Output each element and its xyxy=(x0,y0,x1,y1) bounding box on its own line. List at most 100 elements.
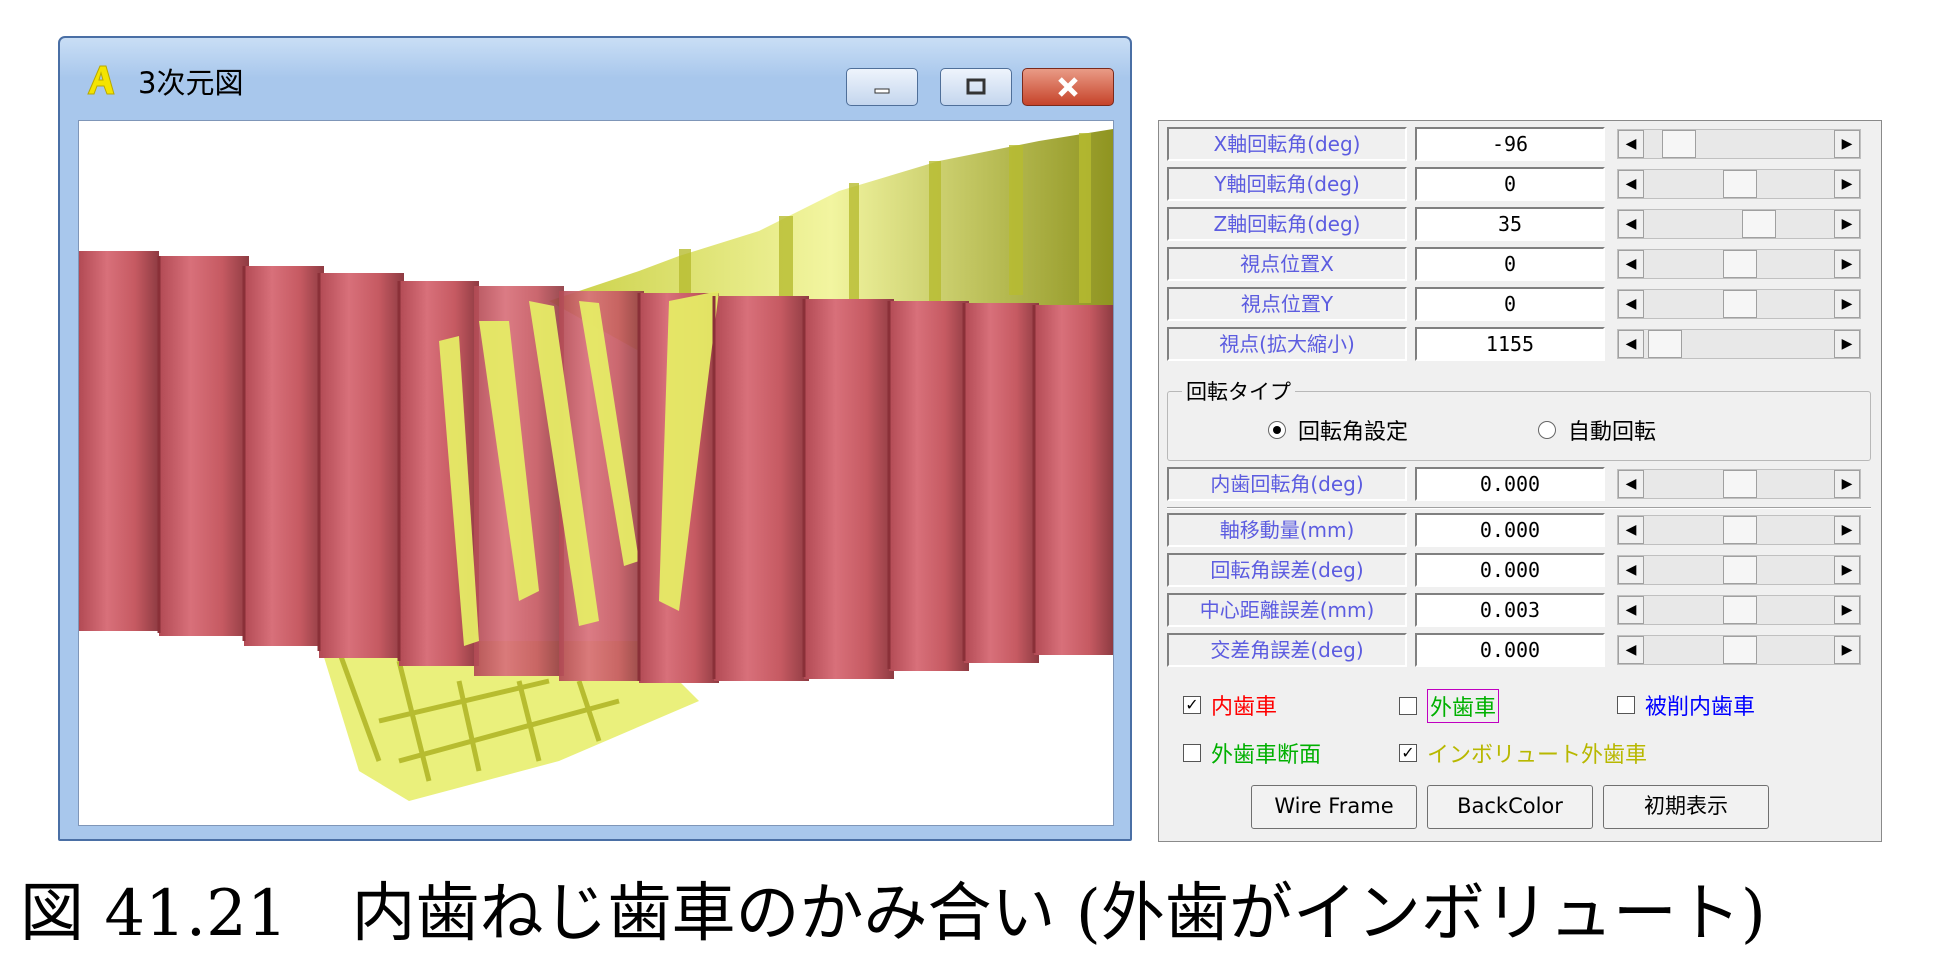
scroll-right-arrow-icon[interactable]: ▶ xyxy=(1834,170,1860,198)
rotation-error-label: 回転角誤差(deg) xyxy=(1167,553,1407,587)
view-x-label: 視点位置X xyxy=(1167,247,1407,281)
app-logo-icon xyxy=(87,65,115,95)
z-rotation-input[interactable]: 35 xyxy=(1415,207,1605,241)
radio-selected-icon xyxy=(1268,421,1286,439)
checkbox-cut-internal-gear-label: 被削内歯車 xyxy=(1645,695,1756,720)
checkbox-internal-gear-label: 内歯車 xyxy=(1211,695,1278,720)
checkbox-internal-gear[interactable]: ✓ 内歯車 xyxy=(1183,689,1277,721)
checkbox-unchecked-icon xyxy=(1617,696,1635,714)
view-y-scrollbar[interactable]: ◀ ▶ xyxy=(1617,289,1861,319)
internal-rotation-scrollbar[interactable]: ◀ ▶ xyxy=(1617,469,1861,499)
initial-display-button[interactable]: 初期表示 xyxy=(1603,785,1769,829)
radio-angle-setting[interactable]: 回転角設定 xyxy=(1268,414,1408,446)
checkbox-external-gear-label: 外歯車 xyxy=(1427,689,1500,723)
checkbox-checked-icon: ✓ xyxy=(1183,696,1201,714)
scroll-left-arrow-icon[interactable]: ◀ xyxy=(1618,470,1644,498)
control-panel: X軸回転角(deg) -96 ◀ ▶ Y軸回転角(deg) 0 ◀ ▶ Z軸回転… xyxy=(1158,120,1882,842)
maximize-button[interactable] xyxy=(940,68,1012,106)
3d-view-window: 3次元図 xyxy=(58,36,1132,841)
scroll-thumb[interactable] xyxy=(1662,130,1696,158)
scroll-thumb[interactable] xyxy=(1723,250,1757,278)
radio-unselected-icon xyxy=(1538,421,1556,439)
scroll-thumb[interactable] xyxy=(1723,290,1757,318)
scroll-right-arrow-icon[interactable]: ▶ xyxy=(1834,130,1860,158)
scroll-left-arrow-icon[interactable]: ◀ xyxy=(1618,596,1644,624)
scroll-thumb[interactable] xyxy=(1648,330,1682,358)
scroll-thumb[interactable] xyxy=(1742,210,1776,238)
view-x-scrollbar[interactable]: ◀ ▶ xyxy=(1617,249,1861,279)
crossing-angle-error-label: 交差角誤差(deg) xyxy=(1167,633,1407,667)
rotation-type-title: 回転タイプ xyxy=(1182,376,1295,406)
view-x-input[interactable]: 0 xyxy=(1415,247,1605,281)
z-rotation-scrollbar[interactable]: ◀ ▶ xyxy=(1617,209,1861,239)
maximize-icon xyxy=(966,78,986,95)
y-rotation-scrollbar[interactable]: ◀ ▶ xyxy=(1617,169,1861,199)
title-bar[interactable]: 3次元図 xyxy=(60,38,1130,114)
scroll-right-arrow-icon[interactable]: ▶ xyxy=(1834,636,1860,664)
axial-shift-input[interactable]: 0.000 xyxy=(1415,513,1605,547)
scroll-right-arrow-icon[interactable]: ▶ xyxy=(1834,470,1860,498)
minimize-button[interactable] xyxy=(846,68,918,106)
close-icon xyxy=(1058,77,1078,97)
z-rotation-label: Z軸回転角(deg) xyxy=(1167,207,1407,241)
scroll-thumb[interactable] xyxy=(1723,556,1757,584)
scroll-left-arrow-icon[interactable]: ◀ xyxy=(1618,250,1644,278)
rotation-error-scrollbar[interactable]: ◀ ▶ xyxy=(1617,555,1861,585)
rotation-type-group: 回転タイプ 回転角設定 自動回転 xyxy=(1167,376,1871,461)
radio-auto-rotation[interactable]: 自動回転 xyxy=(1538,414,1656,446)
view-y-label: 視点位置Y xyxy=(1167,287,1407,321)
zoom-label: 視点(拡大縮小) xyxy=(1167,327,1407,361)
x-rotation-scrollbar[interactable]: ◀ ▶ xyxy=(1617,129,1861,159)
zoom-input[interactable]: 1155 xyxy=(1415,327,1605,361)
scroll-right-arrow-icon[interactable]: ▶ xyxy=(1834,290,1860,318)
rotation-error-input[interactable]: 0.000 xyxy=(1415,553,1605,587)
checkbox-external-gear[interactable]: 外歯車 xyxy=(1399,689,1500,723)
scroll-right-arrow-icon[interactable]: ▶ xyxy=(1834,330,1860,358)
divider xyxy=(1167,507,1871,509)
close-button[interactable] xyxy=(1022,68,1114,106)
wire-frame-button[interactable]: Wire Frame xyxy=(1251,785,1417,829)
checkbox-cut-internal-gear[interactable]: 被削内歯車 xyxy=(1617,689,1755,721)
checkbox-external-gear-section[interactable]: 外歯車断面 xyxy=(1183,737,1321,769)
y-rotation-input[interactable]: 0 xyxy=(1415,167,1605,201)
view-y-input[interactable]: 0 xyxy=(1415,287,1605,321)
center-distance-error-scrollbar[interactable]: ◀ ▶ xyxy=(1617,595,1861,625)
gear-mesh-render xyxy=(79,129,1113,801)
3d-viewport[interactable] xyxy=(78,120,1114,826)
scroll-thumb[interactable] xyxy=(1723,636,1757,664)
scroll-left-arrow-icon[interactable]: ◀ xyxy=(1618,130,1644,158)
scroll-left-arrow-icon[interactable]: ◀ xyxy=(1618,290,1644,318)
center-distance-error-input[interactable]: 0.003 xyxy=(1415,593,1605,627)
checkbox-unchecked-icon xyxy=(1183,744,1201,762)
window-title: 3次元図 xyxy=(138,66,244,100)
scroll-right-arrow-icon[interactable]: ▶ xyxy=(1834,516,1860,544)
crossing-angle-error-input[interactable]: 0.000 xyxy=(1415,633,1605,667)
minimize-icon xyxy=(874,88,890,94)
checkbox-involute-external-gear[interactable]: ✓ インボリュート外歯車 xyxy=(1399,737,1647,769)
scroll-left-arrow-icon[interactable]: ◀ xyxy=(1618,210,1644,238)
scroll-left-arrow-icon[interactable]: ◀ xyxy=(1618,170,1644,198)
x-rotation-input[interactable]: -96 xyxy=(1415,127,1605,161)
scroll-right-arrow-icon[interactable]: ▶ xyxy=(1834,596,1860,624)
crossing-angle-error-scrollbar[interactable]: ◀ ▶ xyxy=(1617,635,1861,665)
scroll-thumb[interactable] xyxy=(1723,516,1757,544)
scroll-thumb[interactable] xyxy=(1723,470,1757,498)
scroll-right-arrow-icon[interactable]: ▶ xyxy=(1834,556,1860,584)
scroll-left-arrow-icon[interactable]: ◀ xyxy=(1618,636,1644,664)
scroll-thumb[interactable] xyxy=(1723,170,1757,198)
back-color-button[interactable]: BackColor xyxy=(1427,785,1593,829)
checkbox-external-gear-section-label: 外歯車断面 xyxy=(1211,743,1322,768)
internal-rotation-input[interactable]: 0.000 xyxy=(1415,467,1605,501)
scroll-right-arrow-icon[interactable]: ▶ xyxy=(1834,250,1860,278)
scroll-left-arrow-icon[interactable]: ◀ xyxy=(1618,330,1644,358)
checkbox-involute-external-gear-label: インボリュート外歯車 xyxy=(1427,743,1648,768)
figure-caption: 図 41.21 内歯ねじ歯車のかみ合い (外歯がインボリュート) xyxy=(20,877,1766,951)
scroll-right-arrow-icon[interactable]: ▶ xyxy=(1834,210,1860,238)
zoom-scrollbar[interactable]: ◀ ▶ xyxy=(1617,329,1861,359)
axial-shift-scrollbar[interactable]: ◀ ▶ xyxy=(1617,515,1861,545)
scroll-left-arrow-icon[interactable]: ◀ xyxy=(1618,556,1644,584)
scroll-left-arrow-icon[interactable]: ◀ xyxy=(1618,516,1644,544)
internal-rotation-label: 内歯回転角(deg) xyxy=(1167,467,1407,501)
checkbox-checked-icon: ✓ xyxy=(1399,744,1417,762)
scroll-thumb[interactable] xyxy=(1723,596,1757,624)
